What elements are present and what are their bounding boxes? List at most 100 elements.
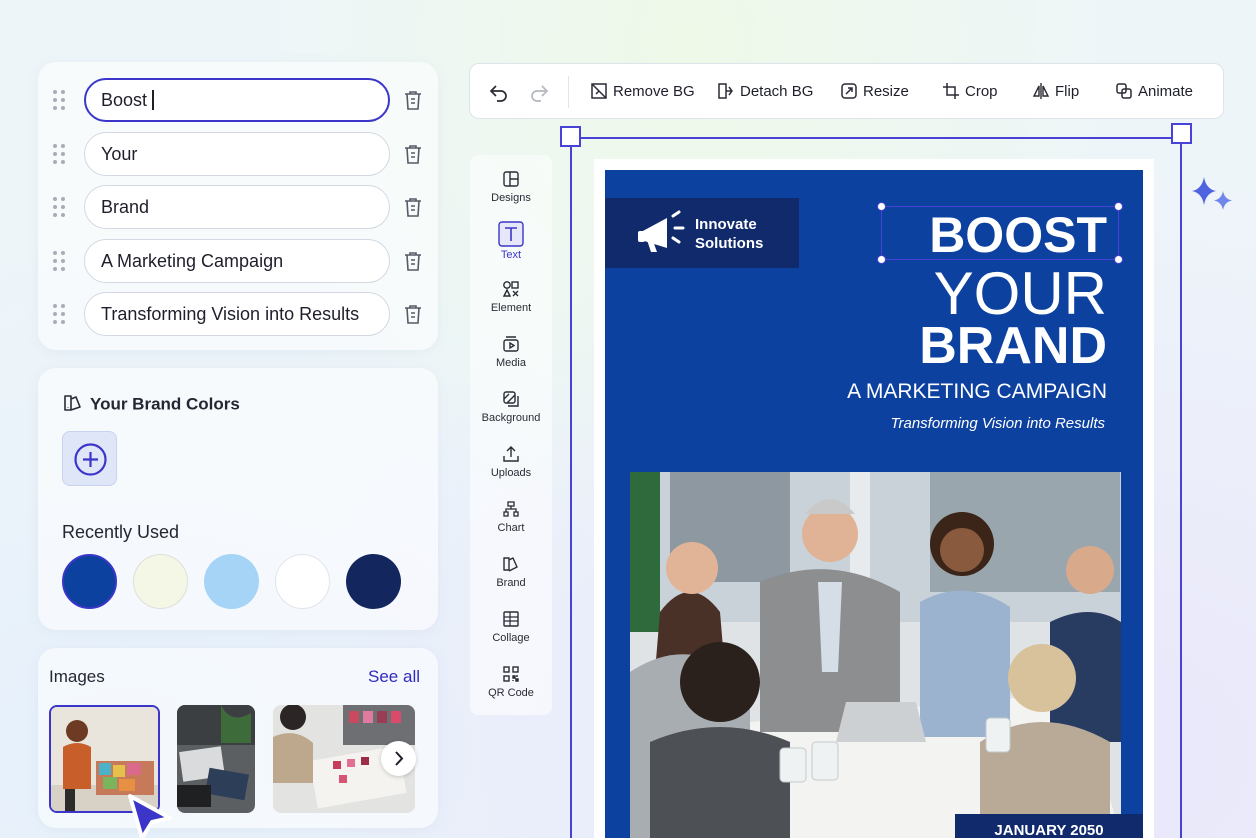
text-field-marketing[interactable]: A Marketing Campaign: [84, 239, 390, 283]
see-all-link[interactable]: See all: [368, 667, 420, 687]
text-icon: [498, 221, 524, 247]
resize-handle-top-right[interactable]: [1171, 123, 1192, 144]
text-field-your[interactable]: Your: [84, 132, 390, 176]
selection-border-right: [1180, 137, 1182, 838]
next-images-button[interactable]: [381, 741, 416, 776]
tool-brand[interactable]: Brand: [470, 555, 552, 610]
brand-colors-title: Your Brand Colors: [62, 394, 240, 415]
remove-bg-icon: [591, 82, 607, 99]
chevron-right-icon: [395, 751, 404, 766]
tool-element-label: Element: [490, 302, 532, 314]
text-handle-br[interactable]: [1114, 255, 1123, 264]
resize-button[interactable]: Resize: [840, 64, 909, 120]
text-handle-bl[interactable]: [877, 255, 886, 264]
brand-colors-panel: Your Brand Colors Recently Used: [38, 368, 438, 630]
tool-qr-code-label: QR Code: [488, 687, 534, 699]
toolbar-divider: [568, 76, 569, 108]
trash-icon[interactable]: [402, 143, 424, 165]
tool-element[interactable]: Element: [470, 280, 552, 335]
background-icon: [503, 391, 519, 407]
tool-brand-label: Brand: [496, 577, 526, 589]
selection-border-left: [570, 137, 572, 838]
color-swatch-2[interactable]: [133, 554, 188, 609]
shapes-icon: [502, 281, 519, 297]
tool-collage[interactable]: Collage: [470, 610, 552, 665]
drag-handle-icon[interactable]: [53, 197, 67, 217]
poster-date[interactable]: JANUARY 2050: [955, 814, 1143, 838]
tool-text[interactable]: Text: [470, 221, 552, 276]
detach-bg-icon: [718, 82, 733, 99]
text-row-brand: Brand: [38, 185, 438, 229]
trash-icon[interactable]: [402, 250, 424, 272]
text-selection-box: [881, 206, 1119, 260]
tool-designs-label: Designs: [491, 192, 531, 204]
text-field-brand[interactable]: Brand: [84, 185, 390, 229]
crop-button[interactable]: Crop: [942, 64, 998, 120]
logo-line-2: Solutions: [695, 235, 764, 252]
trash-icon[interactable]: [402, 303, 424, 325]
tool-designs[interactable]: Designs: [470, 170, 552, 225]
text-caret: [152, 89, 155, 110]
logo-line-1: Innovate: [695, 216, 757, 233]
brand-colors-title-text: Your Brand Colors: [90, 394, 240, 414]
tool-media[interactable]: Media: [470, 335, 552, 390]
brand-kit-icon: [64, 395, 81, 411]
animate-button[interactable]: Animate: [1115, 64, 1193, 120]
qr-code-icon: [503, 666, 519, 682]
sparkle-icon: [1192, 177, 1232, 210]
color-swatch-5[interactable]: [346, 554, 401, 609]
drag-handle-icon[interactable]: [53, 90, 67, 110]
image-toolbar: Remove BG Detach BG Resize Crop Flip Ani…: [469, 63, 1224, 119]
drag-handle-icon[interactable]: [53, 304, 67, 324]
color-swatch-1[interactable]: [62, 554, 117, 609]
tool-sidebar: Designs Text Element Media Background Up…: [470, 155, 552, 715]
trash-icon[interactable]: [402, 89, 424, 111]
text-handle-tr[interactable]: [1114, 202, 1123, 211]
poster-subtitle[interactable]: A MARKETING CAMPAIGN: [847, 379, 1107, 405]
text-row-your: Your: [38, 132, 438, 176]
redo-icon[interactable]: [528, 81, 550, 103]
crop-label: Crop: [965, 83, 998, 100]
logo-box[interactable]: Innovate Solutions: [605, 198, 799, 268]
color-swatch-3[interactable]: [204, 554, 259, 609]
image-thumbnail-2[interactable]: [177, 705, 255, 813]
flip-button[interactable]: Flip: [1032, 64, 1079, 120]
tool-background-label: Background: [481, 412, 541, 424]
chart-icon: [503, 501, 519, 517]
poster-tagline[interactable]: Transforming Vision into Results: [890, 414, 1105, 434]
pointer-cursor-icon: [128, 794, 172, 838]
undo-icon[interactable]: [488, 81, 510, 103]
brand-icon: [503, 557, 518, 572]
tool-collage-label: Collage: [492, 632, 530, 644]
drag-handle-icon[interactable]: [53, 144, 67, 164]
drag-handle-icon[interactable]: [53, 251, 67, 271]
flip-label: Flip: [1055, 83, 1080, 100]
color-swatch-4[interactable]: [275, 554, 330, 609]
animate-label: Animate: [1138, 83, 1194, 100]
tool-qr-code[interactable]: QR Code: [470, 665, 552, 720]
text-field-boost[interactable]: Boost: [84, 78, 390, 122]
detach-bg-button[interactable]: Detach BG: [717, 64, 813, 120]
add-brand-color-button[interactable]: [62, 431, 117, 486]
recently-used-label: Recently Used: [62, 522, 180, 542]
selection-border-top: [570, 137, 1182, 139]
tool-background[interactable]: Background: [470, 390, 552, 445]
plus-circle-icon: [74, 443, 107, 476]
remove-bg-button[interactable]: Remove BG: [590, 64, 695, 120]
poster-canvas[interactable]: Innovate Solutions BOOST YOUR BRAND A MAR…: [605, 170, 1143, 838]
meeting-photo[interactable]: [630, 472, 1121, 838]
trash-icon[interactable]: [402, 196, 424, 218]
tool-media-label: Media: [496, 357, 526, 369]
headline-brand[interactable]: BRAND: [919, 318, 1107, 374]
collage-icon: [503, 611, 519, 627]
animate-icon: [1116, 82, 1132, 99]
remove-bg-label: Remove BG: [613, 83, 695, 100]
layout-icon: [503, 171, 519, 187]
tool-uploads[interactable]: Uploads: [470, 445, 552, 500]
resize-handle-top-left[interactable]: [560, 126, 581, 147]
text-handle-tl[interactable]: [877, 202, 886, 211]
tool-chart[interactable]: Chart: [470, 500, 552, 555]
resize-label: Resize: [863, 83, 909, 100]
text-field-tagline[interactable]: Transforming Vision into Results: [84, 292, 390, 336]
flip-icon: [1032, 82, 1050, 99]
